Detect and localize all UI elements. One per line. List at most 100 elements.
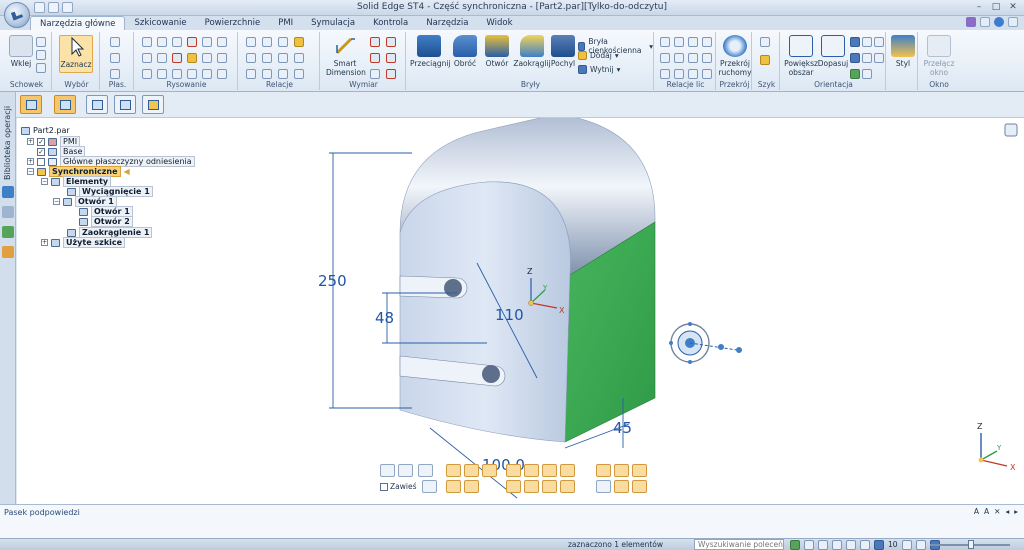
extrude-button[interactable]: Przeciągnij [410,35,451,68]
feature-library-tab[interactable]: Biblioteka operacji [3,100,12,180]
zoom-icon[interactable] [850,37,860,47]
dim-height[interactable]: 250 [318,272,347,290]
options-icon[interactable] [966,17,976,27]
flip-button[interactable] [596,480,611,493]
relations-button[interactable] [524,464,539,477]
view-tool-icon-2[interactable] [804,540,814,550]
style-button[interactable]: Styl [886,35,920,68]
base-checkbox[interactable]: ✓ [37,147,45,156]
tab-narzedzia-glowne[interactable]: Narzędzia główne [30,16,126,30]
fillet-icon[interactable] [202,37,212,47]
tangent-face-icon[interactable] [702,37,712,47]
select-button[interactable]: Zaznacz [59,35,93,73]
maximize-button[interactable]: □ [989,2,1003,13]
view-tool-icon-5[interactable] [846,540,856,550]
view-front-icon[interactable] [862,53,872,63]
view-tool-icon-8[interactable] [901,540,912,550]
copy-icon[interactable] [36,50,46,60]
tab-symulacja[interactable]: Symulacja [302,16,364,30]
application-button[interactable] [4,2,30,28]
offset-icon[interactable] [187,53,197,63]
circle-tool-icon[interactable] [172,37,182,47]
construction-icon[interactable] [217,69,227,79]
side-button[interactable] [632,464,647,477]
coaxial-icon[interactable] [674,37,684,47]
symmetric-button[interactable] [614,480,629,493]
font-decrease-button[interactable]: A [984,507,989,516]
fit-button[interactable]: Dopasuj [816,35,850,68]
trim-icon[interactable] [187,37,197,47]
curve-icon[interactable] [157,69,167,79]
keypoint-button[interactable] [506,464,521,477]
extent-button[interactable] [596,464,611,477]
move-mode-button[interactable] [446,480,461,493]
move-face-button[interactable] [446,464,461,477]
cut-button[interactable]: Wytnij ▾ [578,65,620,74]
zoom-area-button[interactable]: Powiększ obszar [784,35,818,77]
tab-kontrola[interactable]: Kontrola [364,16,417,30]
switch-window-button[interactable]: Przełącz okno [922,35,956,77]
arc-icon[interactable] [157,37,167,47]
view-tool-icon-7[interactable] [874,540,884,550]
rectangle-icon[interactable] [142,53,152,63]
perpendicular-face-icon[interactable] [674,53,684,63]
pause-button[interactable] [380,464,395,477]
view-top-icon[interactable] [862,37,872,47]
expand-icon[interactable]: + [41,239,48,246]
tree-node-otwor-2[interactable]: Otwór 2 [79,216,133,227]
concentric-face-icon[interactable] [688,37,698,47]
plane-icon-3[interactable] [110,69,120,79]
copy-mode-button[interactable] [464,480,479,493]
layers-icon[interactable] [2,206,14,218]
solution-all-button[interactable] [560,480,575,493]
rotate-icon[interactable] [217,53,227,63]
tree-node-uzyte-szkice[interactable]: + Użyte szkice [41,237,126,248]
view-tool-icon-6[interactable] [860,540,870,550]
symmetric-dim-icon[interactable] [386,53,396,63]
solution-button[interactable] [506,480,521,493]
dim-hole-distance[interactable]: 110 [495,306,524,324]
solution-prev-button[interactable] [542,480,557,493]
view-options-icon[interactable] [1004,123,1018,137]
smart-dimension-button[interactable]: Smart Dimension [326,35,366,77]
offset-face-button[interactable] [482,464,497,477]
mirror-pattern-icon[interactable] [760,55,770,65]
expand-icon[interactable]: + [27,138,34,145]
dim-thickness[interactable]: 45 [613,419,632,437]
minimize-ribbon-icon[interactable] [980,17,990,27]
planes-checkbox[interactable] [37,157,45,166]
equal-icon[interactable] [262,53,272,63]
chamfer-icon[interactable] [187,69,197,79]
view-tool-icon-4[interactable] [832,540,842,550]
select-filter-button[interactable] [142,95,164,114]
solution-next-button[interactable] [524,480,539,493]
perpendicular-icon[interactable] [246,69,256,79]
tree-node-root[interactable]: Part2.par [21,126,70,135]
pattern-icon[interactable] [760,37,770,47]
collapse-icon[interactable]: − [41,178,48,185]
save-step-button[interactable] [422,480,437,493]
select-feature-button[interactable] [114,95,136,114]
coplanar-select-button[interactable] [542,464,557,477]
view-tool-icon-9[interactable] [915,540,926,550]
hole-button[interactable]: Otwór [480,35,514,68]
collapse-icon[interactable]: − [27,168,34,175]
expand-icon[interactable]: + [27,158,34,165]
connect-icon[interactable] [246,37,256,47]
select-face-button[interactable] [54,95,76,114]
prompt-close-button[interactable]: ✕ [994,507,1000,516]
options-button[interactable] [418,464,433,477]
rotate-view-icon[interactable] [850,53,860,63]
sketch-view-icon[interactable] [850,69,860,79]
pan-icon[interactable] [874,37,884,47]
aligned-face-icon[interactable] [688,69,698,79]
coplanar-icon[interactable] [660,37,670,47]
dim-axis-icon[interactable] [386,69,396,79]
rotate-face-button[interactable] [464,464,479,477]
colors-icon[interactable] [2,246,14,258]
scale-icon[interactable] [202,69,212,79]
ellipse-icon[interactable] [142,69,152,79]
dim-style-icon[interactable] [370,69,380,79]
horizontal-face-icon[interactable] [702,53,712,63]
relation-handle-icon[interactable] [294,69,304,79]
